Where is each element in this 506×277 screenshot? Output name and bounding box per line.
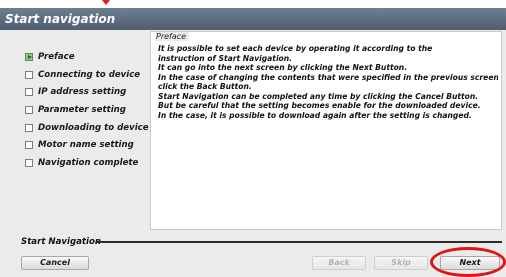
back-button[interactable]: Back — [312, 256, 366, 270]
checkbox-icon — [25, 70, 33, 79]
arrow-right-icon — [28, 55, 32, 59]
step-label: Preface — [38, 52, 75, 62]
footer-divider — [97, 241, 502, 243]
checkbox-icon — [25, 123, 33, 132]
next-button-highlight-circle — [430, 247, 506, 277]
preface-line: Start Navigation can be completed any ti… — [158, 91, 479, 101]
preface-line: It is possible to set each device by ope… — [158, 44, 433, 53]
step-label: Navigation complete — [38, 158, 139, 169]
checkbox-icon — [25, 159, 33, 168]
preface-line: It can go into the next screen by clicki… — [158, 63, 408, 72]
footer-label: Start Navigation — [21, 237, 101, 247]
window-title: Start navigation — [0, 8, 506, 30]
step-label: Motor name setting — [38, 140, 134, 151]
preface-section-label: Preface — [156, 32, 190, 41]
preface-line: But be careful that the setting becomes … — [158, 101, 481, 110]
preface-line: In the case, it is possible to download … — [158, 110, 472, 120]
preface-line: instruction of Start Navigation. — [158, 53, 293, 63]
preface-panel: It is possible to set each device by ope… — [150, 31, 502, 230]
preface-line: In the case of changing the contents tha… — [158, 72, 498, 82]
step-label: IP address setting — [38, 87, 127, 98]
checkbox-icon — [25, 88, 33, 97]
checkbox-icon — [25, 106, 33, 115]
step-label: Connecting to device — [38, 69, 141, 80]
preface-line: click the Back Button. — [158, 82, 252, 91]
step-label: Downloading to device — [38, 122, 149, 133]
checkbox-icon — [25, 141, 33, 150]
annotation-arrow-tip — [102, 0, 110, 5]
top-strip — [0, 0, 506, 8]
step-label: Parameter setting — [38, 105, 126, 116]
current-step-icon — [25, 53, 33, 61]
cancel-button[interactable]: Cancel — [21, 256, 89, 270]
skip-button[interactable]: Skip — [374, 256, 428, 270]
preface-text: It is possible to set each device by ope… — [158, 44, 498, 120]
